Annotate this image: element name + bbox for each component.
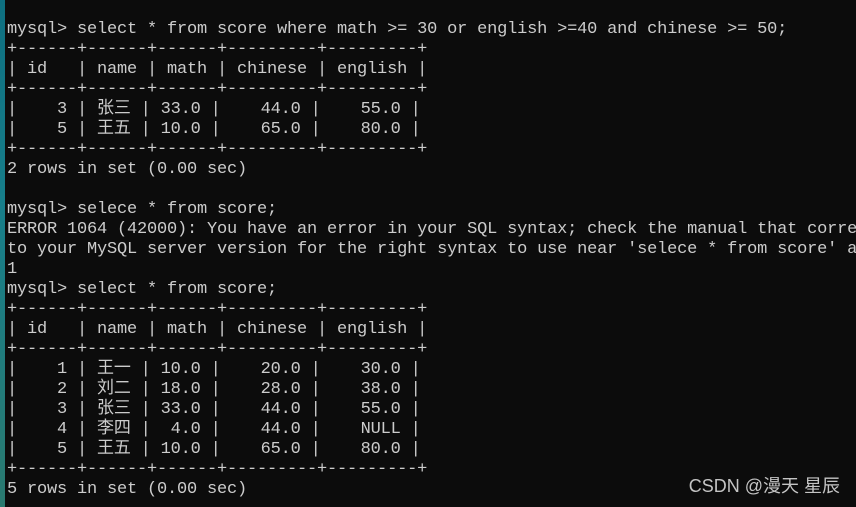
watermark: CSDN @漫天 星辰 [688, 476, 840, 496]
window-edge [0, 0, 5, 507]
table-border: +------+------+------+---------+--------… [7, 140, 428, 159]
table-row: | 5 | 王五 | 10.0 | 65.0 | 80.0 | [7, 440, 421, 459]
error-message: ERROR 1064 (42000): You have an error in… [7, 220, 856, 239]
table-row: | 5 | 王五 | 10.0 | 65.0 | 80.0 | [7, 120, 421, 139]
table-row: | 3 | 张三 | 33.0 | 44.0 | 55.0 | [7, 400, 421, 419]
table-border: +------+------+------+---------+--------… [7, 300, 428, 319]
table-row: | 3 | 张三 | 33.0 | 44.0 | 55.0 | [7, 100, 421, 119]
terminal-output[interactable]: mysql> select * from score where math >=… [7, 20, 856, 500]
table-border: +------+------+------+---------+--------… [7, 340, 428, 359]
command-line[interactable]: mysql> selece * from score; [7, 200, 856, 220]
table-header: | id | name | math | chinese | english | [7, 320, 428, 339]
error-message: 1 [7, 260, 18, 279]
table-row: | 2 | 刘二 | 18.0 | 28.0 | 38.0 | [7, 380, 421, 399]
table-row: | 1 | 王一 | 10.0 | 20.0 | 30.0 | [7, 360, 421, 379]
table-border: +------+------+------+---------+--------… [7, 40, 428, 59]
table-border: +------+------+------+---------+--------… [7, 80, 428, 99]
command-line[interactable]: mysql> select * from score; [7, 280, 856, 300]
result-summary: 2 rows in set (0.00 sec) [7, 160, 248, 179]
table-header: | id | name | math | chinese | english | [7, 60, 428, 79]
command-line[interactable]: mysql> select * from score where math >=… [7, 20, 856, 40]
table-row: | 4 | 李四 | 4.0 | 44.0 | NULL | [7, 420, 421, 439]
error-message: to your MySQL server version for the rig… [7, 240, 856, 259]
